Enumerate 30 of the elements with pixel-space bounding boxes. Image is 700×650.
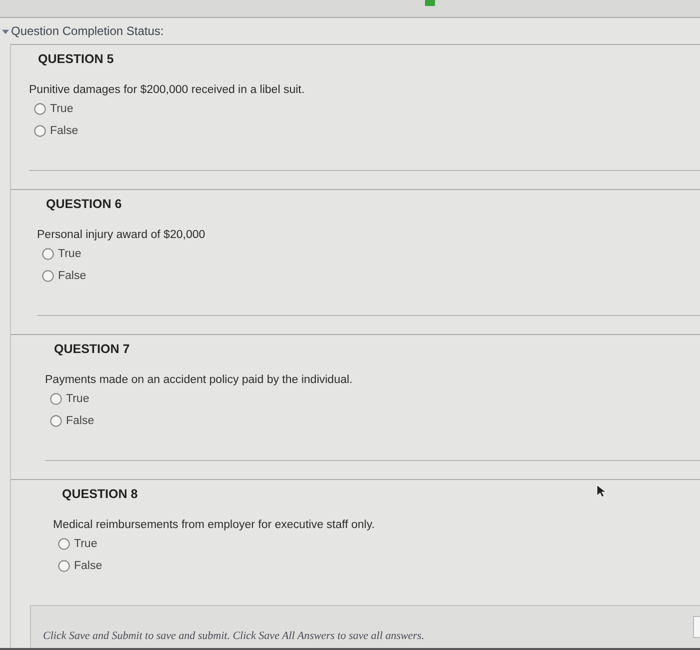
option-label[interactable]: True <box>58 248 82 260</box>
question-title: QUESTION 6 <box>46 196 122 213</box>
radio-button[interactable] <box>34 125 46 137</box>
radio-button[interactable] <box>50 393 62 405</box>
cut-off-button[interactable] <box>693 616 700 638</box>
option-label[interactable]: False <box>66 415 94 427</box>
status-square-icon <box>425 0 435 6</box>
option-label[interactable]: False <box>74 560 102 572</box>
option-label[interactable]: True <box>74 538 98 550</box>
radio-button[interactable] <box>58 538 70 550</box>
question-prompt: Personal injury award of $20,000 <box>37 228 206 243</box>
instructions-text: Click Save and Submit to save and submit. Click Save All Answers to save all answers. <box>43 630 424 642</box>
question-title: QUESTION 8 <box>62 486 138 503</box>
option-label[interactable]: False <box>50 125 78 137</box>
question-title: QUESTION 7 <box>54 341 130 358</box>
radio-button[interactable] <box>42 248 54 260</box>
option-label[interactable]: True <box>66 393 90 405</box>
mouse-pointer-icon <box>596 484 606 498</box>
question-prompt: Payments made on an accident policy paid by the individual. <box>45 373 352 388</box>
caret-icon[interactable] <box>2 28 9 34</box>
question-prompt: Punitive damages for $200,000 received in a libel suit. <box>29 83 305 98</box>
radio-button[interactable] <box>34 103 46 115</box>
option-label[interactable]: True <box>50 103 74 115</box>
question-title: QUESTION 5 <box>38 51 114 68</box>
radio-button[interactable] <box>42 270 54 282</box>
radio-button[interactable] <box>58 560 70 572</box>
option-label[interactable]: False <box>58 270 86 282</box>
radio-button[interactable] <box>50 415 62 427</box>
completion-status-label: Question Completion Status: <box>11 24 164 38</box>
question-prompt: Medical reimbursements from employer for executive staff only. <box>53 518 375 533</box>
